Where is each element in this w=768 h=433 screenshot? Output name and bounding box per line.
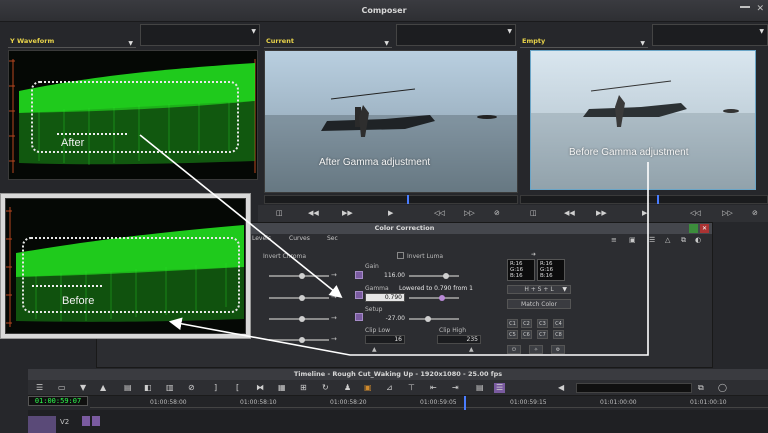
segment-icon[interactable]: ▦ [278,383,286,393]
audio-meter-field[interactable] [576,383,692,393]
before-to-scope-arrow [168,162,649,356]
top-icon[interactable]: ⊤ [408,383,415,393]
tick-label: 01:00:58:10 [240,399,277,406]
menu-icon[interactable]: ☰ [36,383,43,393]
track-label-v2[interactable]: V2 [60,418,80,426]
play-loop-icon[interactable]: ↻ [322,383,329,393]
bracket-right-icon[interactable]: ] [214,383,217,393]
add-edit-icon[interactable]: ⊿ [386,383,393,393]
tick-label: 01:00:58:00 [150,399,187,406]
timeline-title: Timeline - Rough Cut_Waking Up - 1920x10… [28,369,768,380]
tracks-icon[interactable]: ▤ [476,383,484,393]
forward-icon[interactable]: ⇥ [452,383,459,393]
timeline-toolbar: ☰ ▭ ▼ ▲ ▤ ◧ ▥ ⊘ ] [ ⧓ ▦ ⊞ ↻ ♟ ▣ ⊿ ⊤ ⇤ ⇥ … [28,380,768,396]
link-icon[interactable]: ⧉ [698,383,704,393]
track-selector[interactable] [28,416,56,433]
tick-label: 01:00:59:15 [510,399,547,406]
timeline-ruler[interactable]: 01:00:58:00 01:00:58:10 01:00:58:20 01:0… [90,396,768,433]
tick-label: 01:01:00:10 [690,399,727,406]
extract-icon[interactable]: ◧ [144,383,152,393]
splice-icon[interactable]: ⊞ [300,383,307,393]
after-to-gamma-arrow [139,134,343,299]
lift-icon[interactable]: ▤ [124,383,132,393]
effect-mode-icon[interactable]: ▣ [364,383,372,393]
color-correction-mode-icon[interactable]: ☰ [494,383,506,393]
track-area: V2 [28,410,768,433]
tick-label: 01:00:59:05 [420,399,457,406]
timecode-display[interactable]: 01:00:59:07 [28,396,88,406]
record-icon[interactable]: ◯ [718,383,727,393]
down-arrow-icon[interactable]: ▼ [80,383,86,393]
bracket-left-icon[interactable]: [ [236,383,239,393]
marker-icon[interactable]: ♟ [344,383,351,393]
overwrite-icon[interactable]: ▥ [166,383,174,393]
track-toggle[interactable] [92,416,100,426]
speaker-icon[interactable]: ◀ [558,383,564,393]
tick-label: 01:01:00:00 [600,399,637,406]
no-entry-icon[interactable]: ⊘ [188,383,195,393]
up-arrow-icon[interactable]: ▲ [100,383,106,393]
track-toggle[interactable] [82,416,90,426]
tick-label: 01:00:58:20 [330,399,367,406]
monitor-icon[interactable]: ▭ [58,383,66,393]
trim-icon[interactable]: ⧓ [256,383,264,393]
back-icon[interactable]: ⇤ [430,383,437,393]
